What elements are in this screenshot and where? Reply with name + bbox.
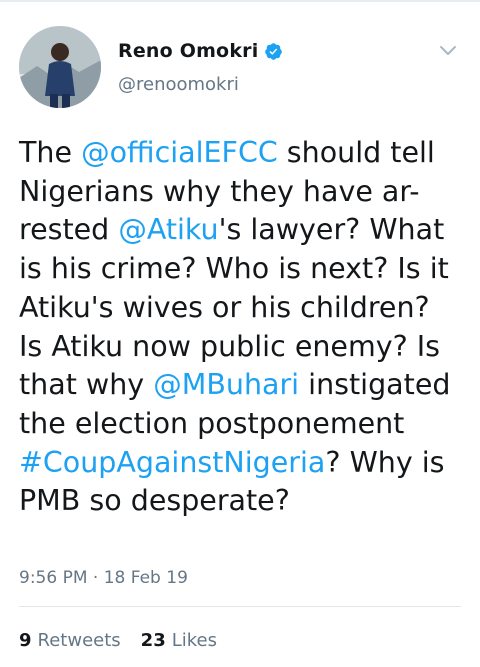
tweet-text-segment: rested — [19, 213, 119, 247]
tweet-text-segment: Nigerians why they have ar- — [19, 174, 420, 208]
tweet-timestamp[interactable]: 9:56 PM · 18 Feb 19 — [19, 568, 188, 588]
tweet-text-line: is his crime? Who is next? Is it — [19, 250, 464, 289]
tweet-text-segment: 's lawyer? What — [218, 213, 445, 247]
tweet-text-line: rested @Atiku's lawyer? What — [19, 211, 464, 250]
tweet-text-line: that why @MBuhari instigated — [19, 366, 464, 405]
chevron-down-icon[interactable] — [438, 40, 458, 60]
tweet-text-line: PMB so desperate? — [19, 482, 464, 521]
retweet-label: Retweets — [37, 630, 121, 651]
retweet-count: 9 — [19, 630, 32, 651]
tweet-stats: 9 Retweets 23 Likes — [19, 630, 237, 651]
tweet-text-segment: ? Why is — [325, 445, 445, 479]
tweet-time: 9:56 PM — [19, 568, 88, 588]
mention-link[interactable]: @officialEFCC — [81, 136, 278, 169]
tweet-text-segment: that why — [19, 368, 154, 402]
mention-link[interactable]: @MBuhari — [153, 368, 299, 401]
author-name-row[interactable]: Reno Omokri — [118, 40, 283, 62]
hashtag-link[interactable]: #CoupAgainstNigeria — [19, 446, 325, 479]
tweet-text-segment: Atiku's wives or his children? — [19, 290, 430, 324]
retweets-stat[interactable]: 9 Retweets — [19, 630, 121, 651]
tweet-text: The @officialEFCC should tell Nigerians w… — [19, 134, 464, 521]
author-display-name[interactable]: Reno Omokri — [118, 40, 258, 62]
tweet-text-segment: The — [19, 136, 82, 169]
avatar[interactable] — [19, 26, 101, 108]
likes-stat[interactable]: 23 Likes — [141, 630, 217, 651]
divider — [19, 606, 461, 607]
tweet-text-line: Nigerians why they have ar- — [19, 173, 464, 212]
tweet-header: Reno Omokri @renoomokri — [0, 0, 480, 120]
tweet-text-line: Atiku's wives or his children? — [19, 289, 464, 328]
like-count: 23 — [140, 630, 166, 651]
author-handle[interactable]: @renoomokri — [118, 74, 239, 95]
tweet-text-line: #CoupAgainstNigeria? Why is — [19, 444, 464, 483]
tweet-text-line: Is Atiku now public enemy? Is — [19, 328, 464, 367]
tweet-date: 18 Feb 19 — [103, 568, 188, 588]
tweet-text-segment: PMB so desperate? — [19, 484, 290, 518]
like-label: Likes — [171, 630, 217, 651]
tweet-text-line: The @officialEFCC should tell — [19, 134, 464, 173]
tweet-text-segment: is his crime? Who is next? Is it — [19, 252, 449, 286]
verified-badge-icon — [264, 42, 283, 61]
mention-link[interactable]: @Atiku — [118, 213, 218, 246]
timestamp-separator: · — [92, 568, 99, 588]
tweet-text-line: the election postponement — [19, 405, 464, 444]
tweet-text-segment: Is Atiku now public enemy? Is — [19, 329, 441, 363]
tweet-text-segment: instigated — [299, 368, 451, 402]
avatar-image — [19, 26, 101, 108]
tweet-text-segment: should tell — [277, 136, 435, 169]
tweet-text-segment: the election postponement — [19, 406, 405, 440]
